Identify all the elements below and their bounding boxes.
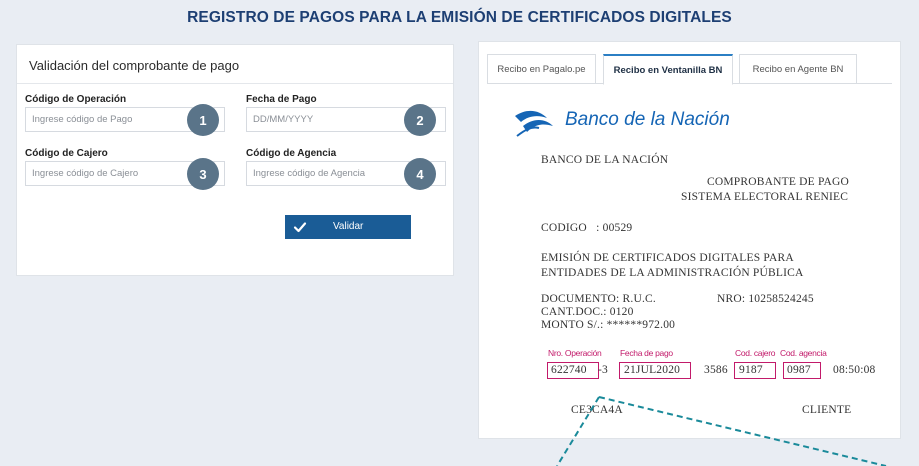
operation-code-label: Código de Operación bbox=[25, 94, 127, 105]
bank-name: Banco de la Nación bbox=[565, 109, 730, 130]
receipt-doc-subtitle: SISTEMA ELECTORAL RENIEC bbox=[681, 191, 849, 203]
value-suffix: -3 bbox=[598, 364, 608, 376]
check-icon bbox=[293, 222, 307, 233]
receipt-nro: NRO: 10258524245 bbox=[717, 293, 814, 305]
step-badge-4: 4 bbox=[404, 158, 436, 190]
receipt-tabs: Recibo en Pagalo.pe Recibo en Ventanilla… bbox=[487, 54, 892, 85]
receipt-footer-code: CE3CA4A bbox=[571, 404, 623, 416]
receipt-emision-line2: ENTIDADES DE LA ADMINISTRACIÓN PÚBLICA bbox=[541, 267, 804, 279]
annotation-nro-operacion: Nro. Operación bbox=[548, 348, 602, 358]
receipt-cant-doc: CANT.DOC.: 0120 bbox=[541, 306, 634, 318]
validate-button-label: Validar bbox=[333, 221, 364, 232]
value-middle: 3586 bbox=[704, 364, 728, 376]
value-fecha-pago: 21JUL2020 bbox=[624, 364, 681, 376]
receipt-emision-line1: EMISIÓN DE CERTIFICADOS DIGITALES PARA bbox=[541, 252, 794, 264]
value-nro-operacion: 622740 bbox=[551, 364, 587, 376]
validation-card-title: Validación del comprobante de pago bbox=[29, 58, 240, 73]
receipt-card: Recibo en Pagalo.pe Recibo en Ventanilla… bbox=[478, 41, 901, 439]
annotation-cod-agencia: Cod. agencia bbox=[780, 348, 827, 358]
validation-card: Validación del comprobante de pago Códig… bbox=[16, 44, 454, 276]
tab-pagalo-pe[interactable]: Recibo en Pagalo.pe bbox=[487, 54, 596, 84]
receipt-documento: DOCUMENTO: R.U.C. bbox=[541, 293, 657, 305]
receipt-footer-client: CLIENTE bbox=[802, 404, 852, 416]
annotation-cod-cajero: Cod. cajero bbox=[735, 348, 776, 358]
receipt-codigo: CODIGO : 00529 bbox=[541, 222, 633, 234]
value-cod-agencia: 0987 bbox=[787, 364, 811, 376]
card-divider bbox=[17, 83, 453, 84]
banco-nacion-logo-icon bbox=[515, 110, 553, 137]
value-time: 08:50:08 bbox=[833, 364, 876, 376]
step-badge-1: 1 bbox=[187, 104, 219, 136]
validate-button[interactable]: Validar bbox=[285, 215, 411, 239]
page-title: REGISTRO DE PAGOS PARA LA EMISIÓN DE CER… bbox=[187, 9, 732, 26]
step-badge-3: 3 bbox=[187, 158, 219, 190]
agency-code-label: Código de Agencia bbox=[246, 148, 337, 159]
receipt-bank-header: BANCO DE LA NACIÓN bbox=[541, 154, 669, 166]
step-badge-2: 2 bbox=[404, 104, 436, 136]
receipt-doc-title: COMPROBANTE DE PAGO bbox=[707, 176, 850, 188]
tab-agente-bn[interactable]: Recibo en Agente BN bbox=[739, 54, 857, 84]
receipt-monto: MONTO S/.: ******972.00 bbox=[541, 319, 676, 331]
tab-ventanilla-bn[interactable]: Recibo en Ventanilla BN bbox=[603, 54, 733, 85]
cashier-code-label: Código de Cajero bbox=[25, 148, 108, 159]
value-cod-cajero: 9187 bbox=[739, 364, 763, 376]
annotation-fecha-pago: Fecha de pago bbox=[620, 348, 673, 358]
payment-date-label: Fecha de Pago bbox=[246, 94, 317, 105]
